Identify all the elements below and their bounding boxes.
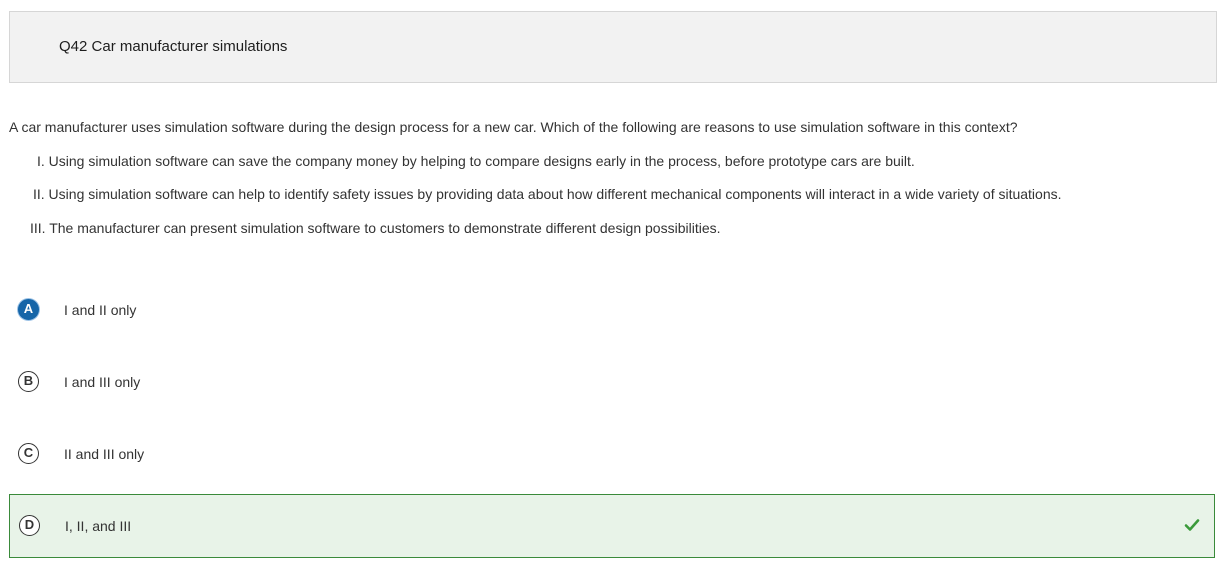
option-label: I and III only	[64, 374, 141, 390]
option-label: II and III only	[64, 446, 145, 462]
check-icon	[1184, 519, 1200, 531]
statement-2: II. Using simulation software can help t…	[33, 186, 1062, 202]
option-letter-badge: C	[18, 443, 39, 464]
option-letter-badge: D	[19, 515, 40, 536]
statement-3: III. The manufacturer can present simula…	[30, 220, 721, 236]
option-label: I, II, and III	[65, 518, 132, 534]
answer-option-c[interactable]: C II and III only	[9, 422, 1215, 486]
statement-1: I. Using simulation software can save th…	[37, 153, 915, 169]
question-prompt: A car manufacturer uses simulation softw…	[9, 119, 1018, 135]
option-letter-badge: B	[18, 371, 39, 392]
question-title: Q42 Car manufacturer simulations	[59, 38, 288, 55]
question-header: Q42 Car manufacturer simulations	[9, 11, 1217, 83]
option-label: I and II only	[64, 302, 137, 318]
option-letter-badge: A	[18, 299, 39, 320]
answer-option-d[interactable]: D I, II, and III	[9, 494, 1215, 558]
answer-option-b[interactable]: B I and III only	[9, 350, 1215, 414]
answer-option-a[interactable]: A I and II only	[9, 278, 1215, 342]
